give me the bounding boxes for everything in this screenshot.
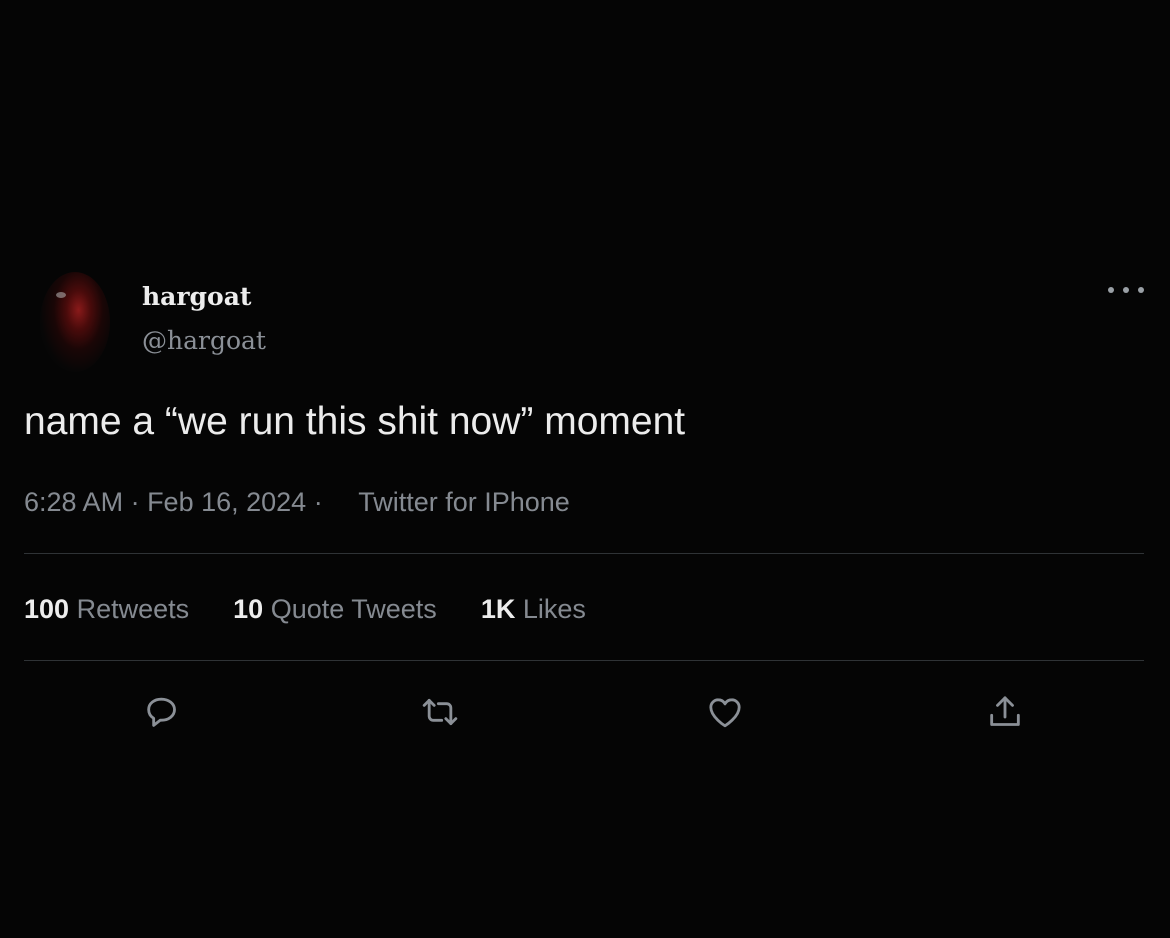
retweets-stat[interactable]: 100 Retweets — [24, 594, 189, 625]
avatar-highlight — [56, 292, 66, 298]
avatar[interactable] — [40, 272, 110, 372]
share-button[interactable] — [983, 690, 1027, 734]
retweets-count: 100 — [24, 594, 70, 624]
share-icon — [990, 696, 1020, 726]
like-button[interactable] — [703, 690, 747, 734]
tweet-source[interactable]: Twitter for IPhone — [358, 487, 570, 517]
more-options-icon[interactable] — [1108, 280, 1144, 300]
likes-label: Likes — [522, 594, 586, 624]
quote-tweets-count: 10 — [233, 594, 264, 624]
retweet-icon — [422, 698, 458, 726]
tweet-time[interactable]: 6:28 AM — [24, 487, 123, 517]
tweet-text: name a “we run this shit now” moment — [24, 400, 686, 443]
tweet-meta: 6:28 AM · Feb 16, 2024 · Twitter for IPh… — [24, 487, 570, 518]
tweet-detail: hargoat @hargoat name a “we run this shi… — [0, 0, 1170, 938]
meta-separator: · — [306, 487, 331, 517]
quote-tweets-label: Quote Tweets — [270, 594, 437, 624]
reply-button[interactable] — [140, 690, 184, 734]
retweet-button[interactable] — [418, 690, 462, 734]
divider — [24, 660, 1144, 661]
reply-icon — [147, 697, 176, 727]
retweets-label: Retweets — [76, 594, 190, 624]
meta-separator: · — [123, 487, 148, 517]
user-handle[interactable]: @hargoat — [142, 326, 266, 355]
tweet-date[interactable]: Feb 16, 2024 — [147, 487, 306, 517]
tweet-stats: 100 Retweets 10 Quote Tweets 1K Likes — [24, 594, 586, 625]
likes-count: 1K — [480, 594, 516, 624]
quote-tweets-stat[interactable]: 10 Quote Tweets — [233, 594, 437, 625]
display-name[interactable]: hargoat — [142, 282, 251, 311]
like-icon — [709, 698, 741, 728]
divider — [24, 553, 1144, 554]
likes-stat[interactable]: 1K Likes — [481, 594, 586, 625]
